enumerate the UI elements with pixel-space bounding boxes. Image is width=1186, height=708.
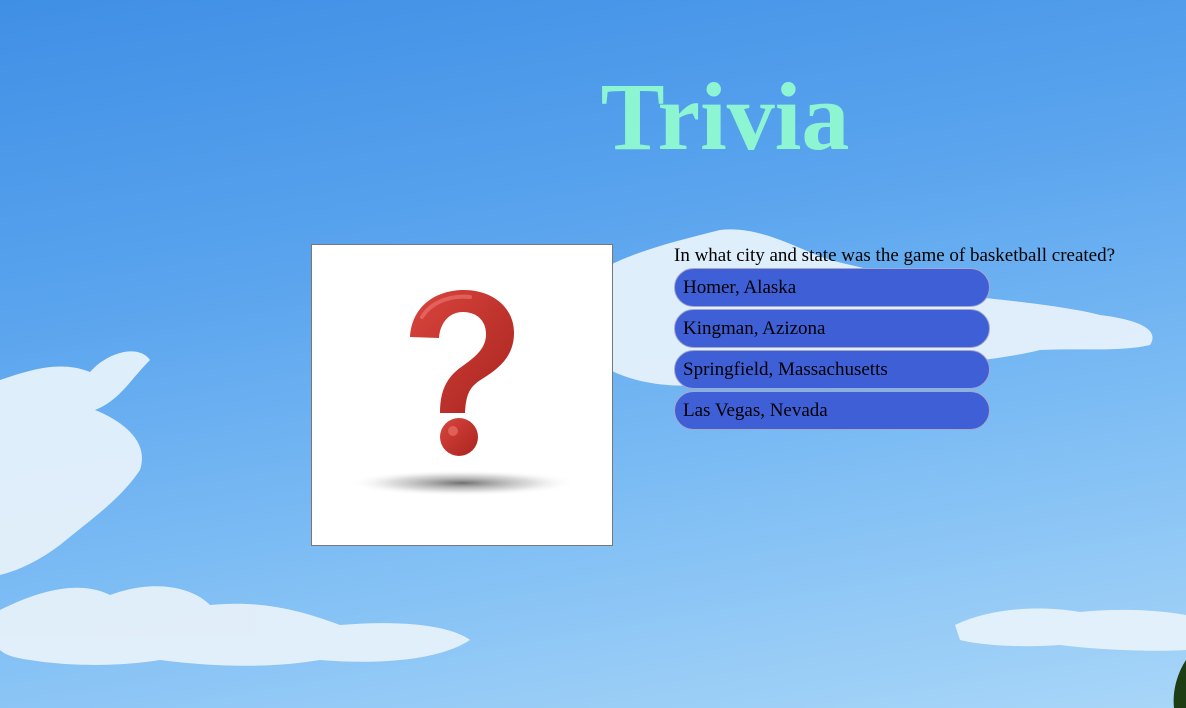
answer-list: Homer, Alaska Kingman, Azizona Springfie… — [674, 268, 1154, 430]
answer-button-las-vegas-nevada[interactable]: Las Vegas, Nevada — [674, 391, 990, 430]
quiz-panel: In what city and state was the game of b… — [674, 244, 1154, 432]
question-text: In what city and state was the game of b… — [674, 245, 1116, 266]
page-title: Trivia — [600, 63, 850, 170]
cloud-bottom — [0, 586, 470, 666]
answer-button-kingman-azizona[interactable]: Kingman, Azizona — [674, 309, 990, 348]
tree-leaf — [1173, 660, 1186, 708]
cloud-bottom-right — [955, 608, 1186, 651]
answer-button-springfield-massachusetts[interactable]: Springfield, Massachusetts — [674, 350, 990, 389]
answer-button-homer-alaska[interactable]: Homer, Alaska — [674, 268, 990, 307]
question-image — [311, 244, 613, 546]
cloud-left — [0, 351, 150, 575]
question-mark-icon — [347, 290, 577, 496]
